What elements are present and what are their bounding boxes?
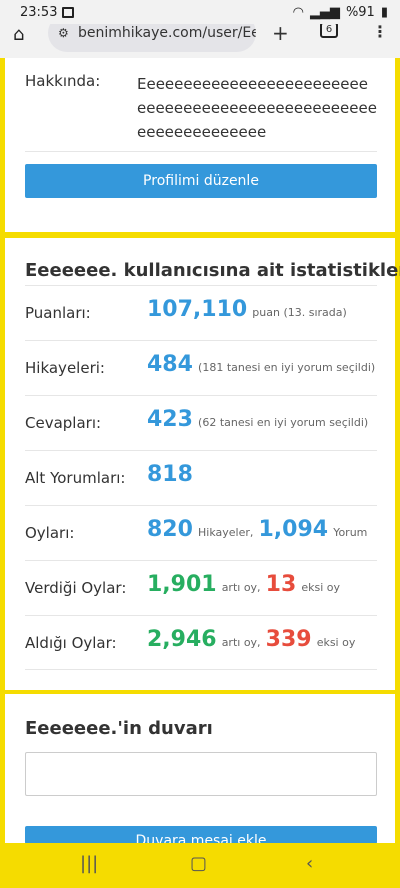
received-plus-note: artı oy, bbox=[221, 636, 261, 649]
stats-list: Puanları: 107,110 puan (13. sırada) Hika… bbox=[25, 285, 377, 670]
received-minus-note: eksi oy bbox=[316, 636, 356, 649]
edit-profile-button[interactable]: Profilimi düzenle bbox=[25, 164, 377, 198]
points-note: puan (13. sırada) bbox=[252, 306, 347, 319]
back-icon[interactable]: ‹ bbox=[306, 853, 313, 874]
answers-value[interactable]: 423 bbox=[147, 407, 193, 432]
home-button-icon[interactable]: ▢ bbox=[190, 853, 207, 874]
stat-row-subcomments: Alt Yorumları: 818 bbox=[25, 450, 377, 505]
stat-label: Cevapları: bbox=[25, 414, 102, 432]
home-icon[interactable]: ⌂ bbox=[13, 24, 24, 45]
stat-label: Puanları: bbox=[25, 304, 91, 322]
stat-row-given-votes: Verdiği Oylar: 1,901 artı oy, 13 eksi oy bbox=[25, 560, 377, 615]
subcomments-value[interactable]: 818 bbox=[147, 462, 193, 487]
stat-row-points: Puanları: 107,110 puan (13. sırada) bbox=[25, 285, 377, 340]
wall-card: Eeeeeee.'in duvarı Duvara mesaj ekle bbox=[5, 694, 395, 844]
given-plus-note: artı oy, bbox=[221, 581, 261, 594]
tab-switcher-button[interactable]: 6 bbox=[320, 24, 338, 38]
comment-votes-value: 1,094 bbox=[258, 517, 329, 542]
stat-label: Hikayeleri: bbox=[25, 359, 105, 377]
stat-label: Verdiği Oylar: bbox=[25, 579, 127, 597]
about-text: Eeeeeeeeeeeeeeeeeeeeeeeeeeeeeeeeeeeeeeee… bbox=[137, 75, 377, 141]
stat-row-votes: Oyları: 820 Hikayeler, 1,094 Yorum bbox=[25, 505, 377, 560]
about-label: Hakkında: bbox=[25, 72, 101, 90]
story-votes-note: Hikayeler, bbox=[198, 526, 254, 539]
wall-title: Eeeeeee.'in duvarı bbox=[25, 718, 213, 739]
clock: 23:53 bbox=[20, 5, 58, 20]
stat-label: Aldığı Oylar: bbox=[25, 634, 117, 652]
points-value: 107,110 bbox=[147, 297, 248, 322]
status-bar: 23:53 ◠ ▂▄▆ %91 ▮ bbox=[0, 0, 400, 24]
stat-label: Oyları: bbox=[25, 524, 75, 542]
battery-level: %91 bbox=[345, 5, 375, 20]
recent-apps-icon[interactable]: ||| bbox=[80, 853, 98, 874]
stat-label: Alt Yorumları: bbox=[25, 469, 126, 487]
url-text: benimhikaye.com/user/Eeee bbox=[78, 25, 256, 41]
comment-votes-note: Yorum bbox=[333, 526, 368, 539]
menu-icon[interactable]: ⋮ bbox=[372, 24, 388, 41]
profile-card: Hakkında: Eeeeeeeeeeeeeeeeeeeeeeeeeeeeee… bbox=[5, 58, 395, 232]
given-minus-value: 13 bbox=[265, 572, 297, 597]
status-icons: ◠ ▂▄▆ %91 ▮ bbox=[293, 5, 388, 20]
stat-row-received-votes: Aldığı Oylar: 2,946 artı oy, 339 eksi oy bbox=[25, 615, 377, 670]
site-settings-icon[interactable]: ⚙ bbox=[58, 24, 69, 52]
stats-card: Eeeeeee. kullanıcısına ait istatistikler… bbox=[5, 238, 400, 690]
address-bar[interactable]: ⚙ benimhikaye.com/user/Eeee bbox=[48, 24, 256, 52]
system-nav-bar: ||| ▢ ‹ bbox=[0, 843, 400, 888]
wall-message-input[interactable] bbox=[25, 752, 377, 796]
stat-row-answers: Cevapları: 423 (62 tanesi en iyi yorum s… bbox=[25, 395, 377, 450]
given-plus-value: 1,901 bbox=[147, 572, 217, 597]
received-plus-value: 2,946 bbox=[147, 627, 217, 652]
stat-row-stories: Hikayeleri: 484 (181 tanesi en iyi yorum… bbox=[25, 340, 377, 395]
add-wall-message-button[interactable]: Duvara mesaj ekle bbox=[25, 826, 377, 844]
wifi-icon: ◠ bbox=[292, 5, 304, 20]
stories-value[interactable]: 484 bbox=[147, 352, 193, 377]
signal-icon: ▂▄▆ bbox=[309, 5, 340, 20]
battery-icon: ▮ bbox=[380, 5, 388, 20]
stats-title: Eeeeeee. kullanıcısına ait istatistikler bbox=[25, 260, 400, 281]
about-section: Hakkında: Eeeeeeeeeeeeeeeeeeeeeeeeeeeeee… bbox=[25, 72, 377, 152]
story-votes-value: 820 bbox=[147, 517, 193, 542]
answers-note: (62 tanesi en iyi yorum seçildi) bbox=[198, 416, 369, 429]
new-tab-icon[interactable]: + bbox=[272, 24, 289, 45]
given-minus-note: eksi oy bbox=[301, 581, 341, 594]
gallery-notification-icon bbox=[62, 7, 74, 18]
stories-note: (181 tanesi en iyi yorum seçildi) bbox=[198, 361, 376, 374]
browser-toolbar: ⌂ ⚙ benimhikaye.com/user/Eeee + 6 ⋮ bbox=[0, 24, 400, 58]
received-minus-value: 339 bbox=[265, 627, 312, 652]
